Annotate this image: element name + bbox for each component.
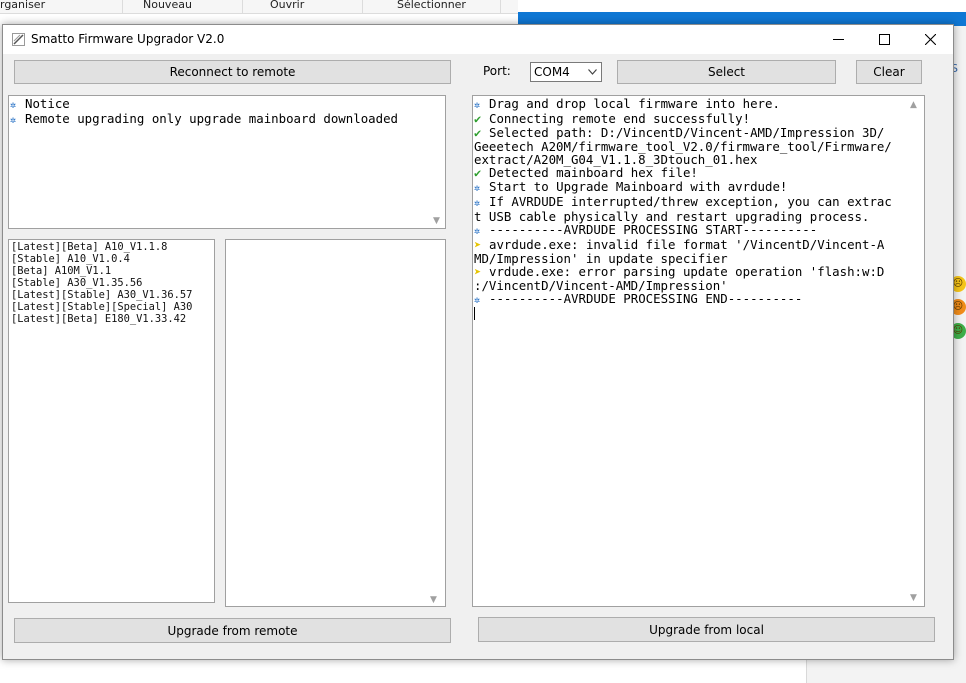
minimize-button[interactable] <box>815 25 861 54</box>
scroll-down-arrow[interactable]: ▼ <box>433 216 440 226</box>
clear-button[interactable]: Clear <box>856 60 922 84</box>
notice-line: ✲ Notice <box>10 96 70 111</box>
close-button[interactable] <box>907 25 953 54</box>
port-select[interactable]: COM4 <box>530 62 602 82</box>
title-bar[interactable]: Smatto Firmware Upgrador V2.0 <box>3 25 953 54</box>
firmware-list[interactable]: [Latest][Beta] A10_V1.1.8 [Stable] A10_V… <box>8 239 215 603</box>
check-icon: ✔ <box>474 166 482 180</box>
bg-separator <box>122 0 123 14</box>
window-title: Smatto Firmware Upgrador V2.0 <box>31 32 225 46</box>
bg-separator <box>242 0 243 14</box>
list-item[interactable]: [Latest][Beta] A10_V1.1.8 <box>11 241 192 253</box>
text-cursor <box>474 307 475 320</box>
upgrade-remote-button[interactable]: Upgrade from remote <box>14 618 451 643</box>
bg-tab-nouveau[interactable]: Nouveau <box>143 0 192 12</box>
app-window: Smatto Firmware Upgrador V2.0 Reconnect … <box>2 24 954 660</box>
background-right-area <box>518 0 966 12</box>
scroll-down-arrow[interactable]: ▼ <box>430 595 437 605</box>
log-line: ➤ avrdude.exe: invalid file format '/Vinc… <box>474 237 885 252</box>
gear-icon: ✲ <box>474 100 481 111</box>
notice-line: ✲ Remote upgrading only upgrade mainboard… <box>10 111 398 126</box>
port-select-value: COM4 <box>534 65 570 79</box>
gear-icon: ✲ <box>474 183 481 194</box>
app-icon <box>12 33 25 46</box>
firmware-details-panel[interactable]: ▼ <box>225 239 446 607</box>
bg-tab-ouvrir[interactable]: Ouvrir <box>270 0 304 12</box>
list-item[interactable]: [Latest][Stable] A30_V1.36.57 <box>11 289 192 301</box>
port-label: Port: <box>483 64 511 78</box>
close-icon <box>924 34 936 45</box>
list-item[interactable]: [Latest][Stable][Special] A30 <box>11 301 192 313</box>
log-line: ✲ ----------AVRDUDE PROCESSING START-----… <box>474 222 818 237</box>
gear-icon: ✲ <box>10 115 17 126</box>
list-item[interactable]: [Beta] A10M_V1.1 <box>11 265 192 277</box>
list-item[interactable]: [Stable] A10_V1.0.4 <box>11 253 192 265</box>
background-lower-panel <box>806 660 966 683</box>
bg-separator <box>500 0 501 14</box>
check-icon: ✔ <box>474 112 482 126</box>
scroll-up-arrow[interactable]: ▲ <box>910 100 917 110</box>
scroll-down-arrow[interactable]: ▼ <box>910 593 917 603</box>
bg-tab-organiser[interactable]: rganiser <box>0 0 45 12</box>
minimize-icon <box>832 39 844 40</box>
chevron-down-icon <box>588 69 597 75</box>
list-item[interactable]: [Latest][Beta] E180_V1.33.42 <box>11 313 192 325</box>
gear-icon: ✲ <box>10 100 17 111</box>
log-line: ✔ Detected mainboard hex file! <box>474 165 698 180</box>
maximize-icon <box>878 34 890 45</box>
maximize-button[interactable] <box>861 25 907 54</box>
gear-icon: ✲ <box>474 295 481 306</box>
bg-tab-selectionner[interactable]: Sélectionner <box>397 0 466 12</box>
notice-panel[interactable]: ✲ Notice ✲ Remote upgrading only upgrade m… <box>8 95 446 229</box>
log-line: ✲ Start to Upgrade Mainboard with avrdude… <box>474 179 788 194</box>
log-lines: ✲ Drag and drop local firmware into here.… <box>474 97 892 320</box>
log-line: ✲ If AVRDUDE interrupted/threw exception,… <box>474 194 892 209</box>
log-line: ✔ Connecting remote end successfully! <box>474 111 751 126</box>
gear-icon: ✲ <box>474 226 481 237</box>
log-line: ➤ vrdude.exe: error parsing update operat… <box>474 264 885 279</box>
log-line: ✔ Selected path: D:/VincentD/Vincent-AMD/… <box>474 125 885 140</box>
reconnect-button[interactable]: Reconnect to remote <box>14 60 451 84</box>
log-panel[interactable]: ▲ ✲ Drag and drop local firmware into her… <box>472 95 925 607</box>
list-item[interactable]: [Stable] A30_V1.35.56 <box>11 277 192 289</box>
upgrade-local-button[interactable]: Upgrade from local <box>478 617 935 642</box>
log-line: ✲ ----------AVRDUDE PROCESSING END-------… <box>474 291 803 306</box>
log-line: ✲ Drag and drop local firmware into here. <box>474 96 780 111</box>
background-explorer-toolbar: rganiser Nouveau Ouvrir Sélectionner <box>0 0 520 14</box>
notice-lines: ✲ Notice ✲ Remote upgrading only upgrade m… <box>10 97 398 127</box>
bg-separator <box>362 0 363 14</box>
select-button[interactable]: Select <box>617 60 836 84</box>
